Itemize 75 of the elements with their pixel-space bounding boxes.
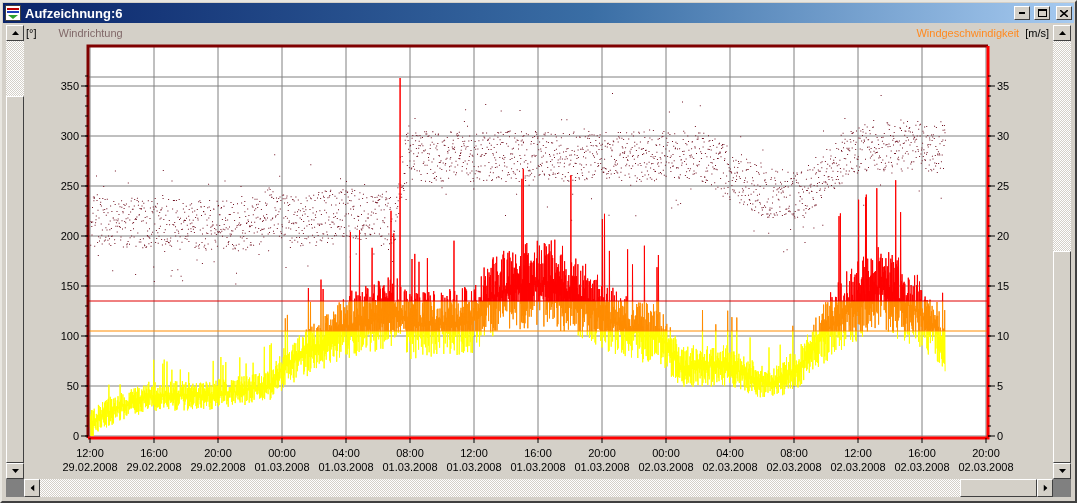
- scroll-right-button[interactable]: [1037, 479, 1053, 497]
- date-label: 01.03.2008: [318, 461, 374, 473]
- time-label: 20:00: [972, 447, 1000, 459]
- scroll-left-button[interactable]: [24, 479, 40, 497]
- axis-tick-label: 0: [72, 430, 79, 442]
- arrow-up-icon: [1058, 31, 1066, 35]
- scrollbar-thumb[interactable]: [1053, 251, 1071, 463]
- time-label: 08:00: [396, 447, 424, 459]
- axis-tick-label: 25: [997, 180, 1010, 192]
- time-label: 12:00: [76, 447, 104, 459]
- date-label: 02.03.2008: [958, 461, 1014, 473]
- arrow-right-icon: [1043, 484, 1047, 492]
- time-label: 08:00: [780, 447, 808, 459]
- scroll-down-button[interactable]: [6, 463, 24, 479]
- axis-tick-label: 0: [997, 430, 1004, 442]
- date-label: 01.03.2008: [382, 461, 438, 473]
- scrollbar-corner: [1053, 479, 1071, 497]
- time-label: 12:00: [844, 447, 872, 459]
- close-icon: [1060, 9, 1068, 17]
- date-label: 02.03.2008: [894, 461, 950, 473]
- axis-tick-label: 350: [60, 80, 79, 92]
- scrollbar-thumb[interactable]: [960, 479, 1037, 497]
- time-label: 20:00: [204, 447, 232, 459]
- window-title: Aufzeichnung:6: [25, 5, 124, 21]
- time-label: 04:00: [332, 447, 360, 459]
- arrow-down-icon: [1058, 469, 1066, 473]
- axis-tick-label: 20: [997, 230, 1010, 242]
- scrollbar-thumb[interactable]: [6, 96, 24, 463]
- axis-tick-label: 300: [60, 130, 79, 142]
- axis-tick-label: 100: [60, 330, 79, 342]
- axis-title: Windrichtung: [58, 27, 124, 39]
- axis-title: Windgeschwindigkeit: [916, 27, 1020, 39]
- date-label: 02.03.2008: [638, 461, 694, 473]
- arrow-down-icon: [11, 469, 19, 473]
- close-button[interactable]: [1056, 6, 1072, 20]
- time-label: 16:00: [140, 447, 168, 459]
- time-label: 16:00: [524, 447, 552, 459]
- maximize-button[interactable]: [1034, 6, 1050, 20]
- minimize-icon: [1019, 12, 1025, 14]
- axis-tick-label: 200: [60, 230, 79, 242]
- axis-tick-label: 5: [997, 380, 1004, 392]
- axis-tick-label: 35: [997, 80, 1010, 92]
- axis-unit: [m/s]: [1025, 27, 1049, 39]
- axis-tick-label: 30: [997, 130, 1010, 142]
- axis-tick-label: 50: [66, 380, 79, 392]
- axis-tick-label: 150: [60, 280, 79, 292]
- time-label: 16:00: [908, 447, 936, 459]
- time-label: 00:00: [268, 447, 296, 459]
- app-icon: [5, 5, 21, 21]
- scroll-down-button[interactable]: [1053, 463, 1071, 479]
- minimize-button[interactable]: [1014, 6, 1030, 20]
- scroll-up-button[interactable]: [6, 25, 24, 41]
- date-label: 29.02.2008: [126, 461, 182, 473]
- axis-tick-label: 250: [60, 180, 79, 192]
- date-label: 02.03.2008: [702, 461, 758, 473]
- scrollbar-corner: [6, 479, 24, 497]
- maximize-icon: [1037, 9, 1047, 17]
- date-label: 01.03.2008: [446, 461, 502, 473]
- axis-tick-label: 15: [997, 280, 1010, 292]
- time-label: 04:00: [716, 447, 744, 459]
- axis-unit: [°]: [26, 27, 37, 39]
- time-label: 00:00: [652, 447, 680, 459]
- date-label: 01.03.2008: [254, 461, 310, 473]
- date-label: 01.03.2008: [510, 461, 566, 473]
- date-label: 02.03.2008: [830, 461, 886, 473]
- date-label: 29.02.2008: [190, 461, 246, 473]
- scroll-up-button[interactable]: [1053, 25, 1071, 41]
- time-label: 20:00: [588, 447, 616, 459]
- date-label: 29.02.2008: [62, 461, 118, 473]
- date-label: 01.03.2008: [574, 461, 630, 473]
- arrow-left-icon: [30, 484, 34, 492]
- time-label: 12:00: [460, 447, 488, 459]
- axis-tick-label: 10: [997, 330, 1010, 342]
- date-label: 02.03.2008: [766, 461, 822, 473]
- arrow-up-icon: [11, 31, 19, 35]
